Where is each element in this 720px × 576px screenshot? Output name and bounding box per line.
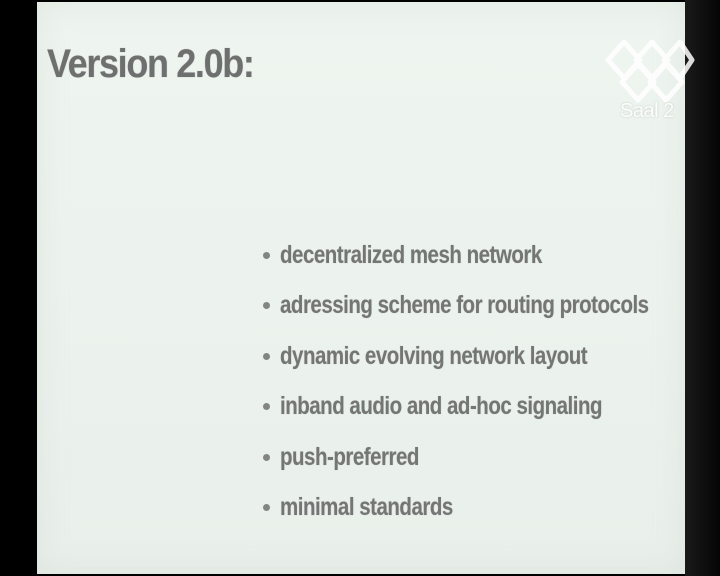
list-item: dynamic evolving network layout xyxy=(263,331,720,382)
bullet-icon xyxy=(263,504,270,512)
bullet-icon xyxy=(263,403,270,411)
slide-title: Version 2.0b: xyxy=(47,42,255,86)
bullet-icon xyxy=(263,453,270,461)
list-item: adressing scheme for routing protocols xyxy=(263,281,720,332)
list-item: minimal standards xyxy=(263,483,720,534)
bullet-text: inband audio and ad-hoc signaling xyxy=(280,392,603,421)
bullet-text: minimal standards xyxy=(280,493,453,522)
video-frame: Version 2.0b: Saal 2 decentralized mesh … xyxy=(0,0,720,576)
list-item: push-preferred xyxy=(263,432,720,483)
bullet-icon xyxy=(263,352,270,360)
bullet-text: decentralized mesh network xyxy=(280,240,542,269)
bullet-text: dynamic evolving network layout xyxy=(280,341,588,370)
logo-text: Saal 2 xyxy=(620,100,674,122)
bullet-list: decentralized mesh network adressing sch… xyxy=(263,230,720,533)
bullet-icon xyxy=(263,302,270,310)
list-item: decentralized mesh network xyxy=(263,230,720,281)
bullet-icon xyxy=(263,251,270,259)
bullet-text: push-preferred xyxy=(280,442,419,471)
bullet-text: adressing scheme for routing protocols xyxy=(280,291,649,320)
list-item: inband audio and ad-hoc signaling xyxy=(263,382,720,433)
